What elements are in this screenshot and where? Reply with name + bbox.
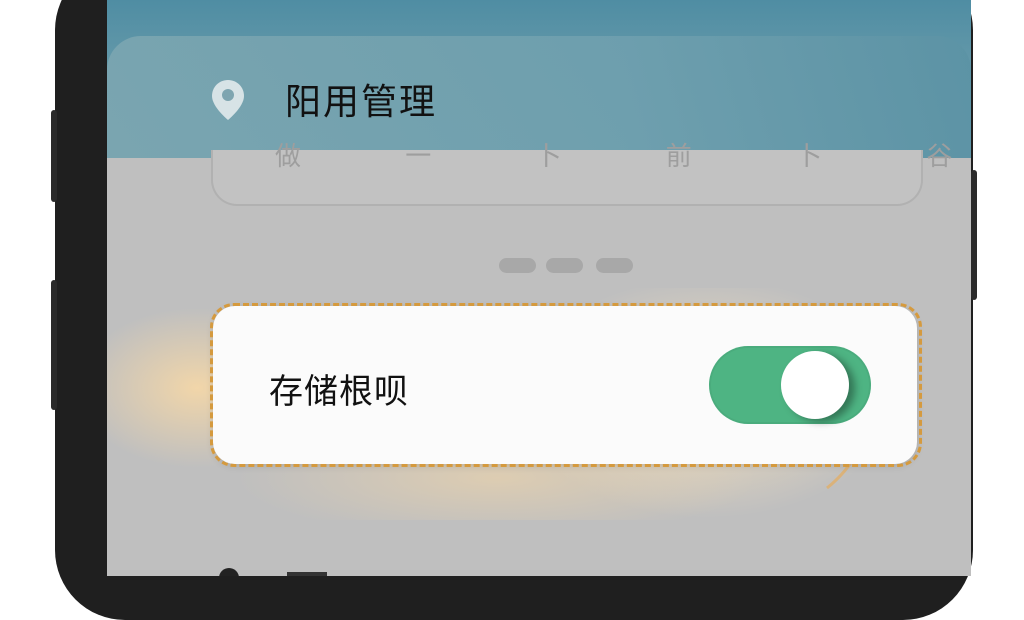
map-pin-icon bbox=[212, 80, 244, 120]
background-card: 做 一 卜 前 卜 谷 分 bbox=[211, 142, 971, 206]
location-label: 阳用管理 bbox=[285, 82, 438, 123]
page-indicator-dot bbox=[546, 258, 583, 273]
side-button-right bbox=[971, 170, 977, 300]
storage-toggle-switch[interactable] bbox=[709, 346, 871, 424]
toggle-knob bbox=[781, 351, 849, 419]
partial-icon bbox=[219, 568, 327, 576]
background-card-text: 做 一 卜 前 卜 谷 分 bbox=[275, 142, 971, 172]
phone-screen: 阳用管理 做 一 卜 前 卜 谷 分 bbox=[107, 0, 971, 576]
storage-setting-row[interactable]: 存储根呗 bbox=[213, 306, 917, 464]
page-indicator-dot bbox=[596, 258, 633, 273]
side-button-left-2 bbox=[51, 280, 57, 410]
page-indicator-dot bbox=[499, 258, 536, 273]
phone-frame: 阳用管理 做 一 卜 前 卜 谷 分 bbox=[51, 0, 977, 620]
side-button-left-1 bbox=[51, 110, 57, 202]
setting-label: 存储根呗 bbox=[269, 372, 409, 412]
